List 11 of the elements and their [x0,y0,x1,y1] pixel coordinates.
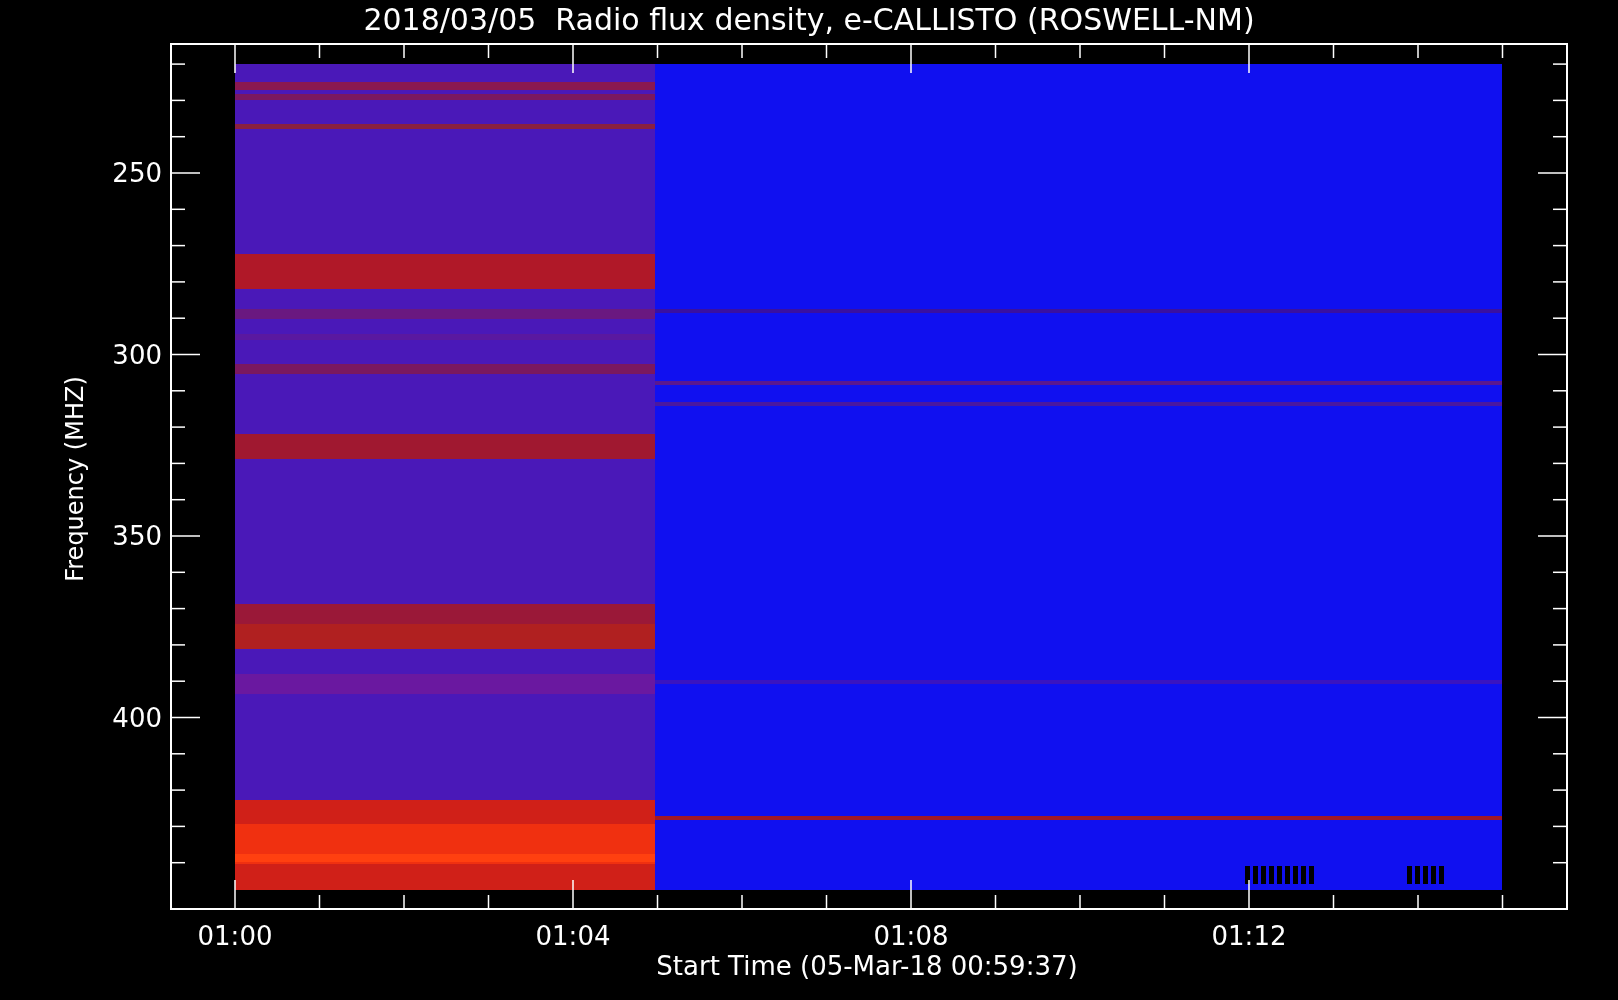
x-tick-label: 01:04 [534,920,612,952]
x-tick-label: 01:08 [872,920,950,952]
y-tick-label: 250 [111,157,162,189]
x-tick-label: 01:00 [196,920,274,952]
y-tick-label: 400 [111,701,162,734]
x-axis-label: Start Time (05-Mar-18 00:59:37) [655,950,1079,982]
y-axis-label: Frequency (MHZ) [60,375,90,584]
plot-title: 2018/03/05 Radio flux density, e-CALLISTO (ROSWELL-NM) [362,2,1256,38]
y-tick-label: 350 [111,520,162,552]
x-tick-label: 01:12 [1210,920,1288,952]
y-tick-label: 300 [111,338,162,371]
